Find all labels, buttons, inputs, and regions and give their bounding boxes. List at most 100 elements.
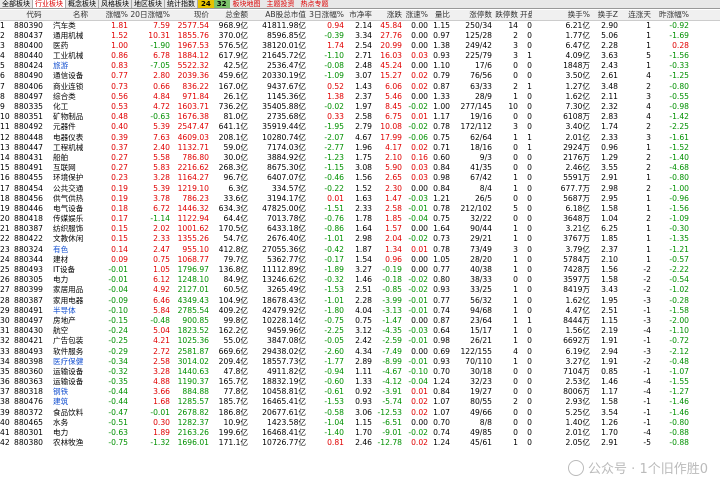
table-row[interactable]: 14 880431 船舶 0.27 5.58 786.80 30.0亿 3884.92亿 -1.… bbox=[0, 153, 720, 163]
cell-涨幅pct: 0.23 bbox=[111, 173, 128, 183]
cell-AB股总市值: 27055.36亿 bbox=[262, 244, 306, 254]
col-header-4[interactable]: 20日涨幅% bbox=[130, 10, 170, 20]
tab-3[interactable]: 风格板块 bbox=[99, 0, 132, 8]
table-row[interactable]: 42 880380 农林牧渔 -0.75 -1.32 1696.01 171.1亿 10726… bbox=[0, 438, 720, 448]
table-row[interactable]: 28 880387 家用电器 -0.09 6.46 4349.43 104.9亿 18678.… bbox=[0, 296, 720, 306]
cell-量比: 0.64 bbox=[433, 326, 450, 336]
table-row[interactable]: 30 880497 房地产 -0.15 -0.48 900.85 99.8亿 10228.14… bbox=[0, 316, 720, 326]
table-row[interactable]: 17 880454 公共交通 0.19 5.39 1219.10 6.3亿 334.57亿 -0… bbox=[0, 184, 720, 194]
col-header-15[interactable]: 开盘金额 bbox=[520, 10, 532, 20]
col-header-1[interactable]: 代码 bbox=[14, 10, 54, 20]
cell-: 35 bbox=[0, 366, 10, 376]
table-row[interactable]: 20 880418 传媒娱乐 0.17 -1.14 1122.94 64.4亿 7013.78… bbox=[0, 214, 720, 224]
table-row[interactable]: 29 880491 半导体 -0.10 5.84 2785.54 409.2亿 42479.9… bbox=[0, 306, 720, 316]
tab-5[interactable]: 统计指数 bbox=[165, 0, 198, 8]
col-header-11[interactable]: 涨速% bbox=[404, 10, 428, 20]
table-body: 1 880390 汽车类 1.81 7.59 2577.54 968.9亿 41811.98亿… bbox=[0, 21, 720, 449]
table-row[interactable]: 21 880387 纺织服饰 0.15 2.02 1001.62 170.5亿 6433.18… bbox=[0, 224, 720, 234]
link-1[interactable]: 主题投资 bbox=[264, 0, 298, 8]
table-row[interactable]: 31 880430 航空 -0.24 5.04 1823.52 162.2亿 9459.96亿… bbox=[0, 326, 720, 336]
tab-0[interactable]: 全部板块 bbox=[0, 0, 33, 8]
col-header-10[interactable]: 涨跌 bbox=[374, 10, 402, 20]
table-row[interactable]: 23 880324 有色 0.14 2.47 955.10 412.8亿 27055.36亿 -… bbox=[0, 245, 720, 255]
cell-跌停数: 0 bbox=[513, 387, 518, 397]
col-header-16[interactable]: 换手% bbox=[534, 10, 590, 20]
table-row[interactable]: 39 880372 食品饮料 -0.47 -0.01 2678.82 186.8亿 20677… bbox=[0, 408, 720, 418]
cell-量比: 0.87 bbox=[433, 81, 450, 91]
cell-代码: 880318 bbox=[14, 387, 43, 397]
link-2[interactable]: 热点专题 bbox=[298, 0, 332, 8]
table-row[interactable]: 9 880335 化工 0.53 4.72 1603.71 736.2亿 35405.88亿 -… bbox=[0, 102, 720, 112]
cell-涨速pct: 0.03 bbox=[411, 51, 428, 61]
table-row[interactable]: 38 880476 建筑 -0.44 1.68 1285.57 185.7亿 16465.41… bbox=[0, 397, 720, 407]
table-row[interactable]: 2 880437 通用机械 1.52 10.31 1855.76 370.0亿 8596.85… bbox=[0, 31, 720, 41]
cell-: 11 bbox=[0, 122, 10, 132]
table-row[interactable]: 33 880493 软件服务 -0.29 2.72 2581.87 669.6亿 29438.… bbox=[0, 347, 720, 357]
cell-连涨天: 1 bbox=[646, 244, 651, 254]
table-row[interactable]: 3 880400 医药 1.00 -1.90 1967.53 576.5亿 38120.01亿… bbox=[0, 41, 720, 51]
cell-量比: 0.84 bbox=[433, 183, 450, 193]
table-row[interactable]: 5 880424 旅游 0.83 -7.05 5522.32 42.5亿 2536.47亿 -0… bbox=[0, 61, 720, 71]
link-0[interactable]: 板块地图 bbox=[230, 0, 264, 8]
col-header-0[interactable] bbox=[0, 10, 14, 20]
cell-跌停数: 1 bbox=[513, 356, 518, 366]
cell-AB股总市值: 3265.49亿 bbox=[267, 285, 306, 295]
col-header-5[interactable]: 现价 bbox=[172, 10, 209, 20]
table-row[interactable]: 41 880301 电力 -0.63 1.89 2163.26 199.6亿 16468.41… bbox=[0, 428, 720, 438]
table-row[interactable]: 37 880318 钢铁 -0.44 3.66 884.88 77.8亿 10458.81亿 -… bbox=[0, 387, 720, 397]
cell-换手pct: 5687万 bbox=[563, 193, 590, 203]
table-row[interactable]: 18 880456 供气供热 0.19 3.78 786.23 33.6亿 3194.17亿 0… bbox=[0, 194, 720, 204]
cell-换手Z: 2.90 bbox=[601, 20, 618, 30]
cell-代码: 880491 bbox=[14, 163, 43, 173]
col-header-14[interactable]: 跌停数 bbox=[494, 10, 518, 20]
col-header-18[interactable]: 连涨天 bbox=[620, 10, 651, 20]
table-row[interactable]: 15 880491 互联网 0.27 5.83 2216.62 268.3亿 8675.30亿… bbox=[0, 163, 720, 173]
table-row[interactable]: 36 880363 运输设备 -0.35 4.88 1190.37 165.7亿 18832.… bbox=[0, 377, 720, 387]
cell-涨速pct: 0.02 bbox=[411, 71, 428, 81]
cell-代码: 880437 bbox=[14, 30, 43, 40]
table-row[interactable]: 26 880305 电力 -0.01 6.12 1248.10 84.9亿 13246.62亿… bbox=[0, 275, 720, 285]
table-row[interactable]: 7 880406 商业连锁 0.73 0.66 836.22 167.0亿 9437.67亿 0… bbox=[0, 82, 720, 92]
table-row[interactable]: 32 880421 广告包装 -0.25 4.21 1025.36 55.0亿 3847.08… bbox=[0, 336, 720, 346]
table-row[interactable]: 27 880399 家居用品 -0.04 4.92 2127.01 60.5亿 3265.49… bbox=[0, 285, 720, 295]
cell-代码: 880406 bbox=[14, 81, 43, 91]
col-header-12[interactable]: 量比 bbox=[430, 10, 450, 20]
col-header-13[interactable]: 涨停数 bbox=[452, 10, 492, 20]
cell-昨涨幅pct: -1.58 bbox=[669, 305, 689, 315]
cell-3日涨幅pct: -1.10 bbox=[324, 51, 344, 61]
col-header-7[interactable]: AB股总市值 bbox=[250, 10, 306, 20]
table-row[interactable]: 13 880447 工程机械 0.37 2.40 1132.71 59.0亿 7174.03亿… bbox=[0, 143, 720, 153]
col-header-6[interactable]: 总金额 bbox=[211, 10, 248, 20]
table-row[interactable]: 10 880351 矿物制品 0.48 -0.63 1676.38 81.0亿 2735.68… bbox=[0, 112, 720, 122]
table-row[interactable]: 24 880344 建材 0.09 0.75 1068.77 79.7亿 5362.77亿 -0… bbox=[0, 255, 720, 265]
col-header-9[interactable]: 市净率 bbox=[346, 10, 372, 20]
col-header-19[interactable]: 昨涨幅% bbox=[654, 10, 689, 20]
table-row[interactable]: 1 880390 汽车类 1.81 7.59 2577.54 968.9亿 41811.98亿… bbox=[0, 21, 720, 31]
table-row[interactable]: 40 880465 水务 -0.51 0.30 1282.37 10.9亿 1423.58亿 -… bbox=[0, 418, 720, 428]
cell-涨速pct: 0.00 bbox=[411, 20, 428, 30]
table-row[interactable]: 8 880497 综合类 0.56 4.84 971.84 26.1亿 1145.36亿 1.3… bbox=[0, 92, 720, 102]
table-row[interactable]: 4 880440 工业机械 0.86 6.78 1884.12 617.9亿 21645.72… bbox=[0, 51, 720, 61]
table-row[interactable]: 12 880448 电器仪表 0.39 7.63 4609.03 208.1亿 10280.7… bbox=[0, 133, 720, 143]
table-row[interactable]: 25 880493 IT设备 -0.01 1.05 1796.97 136.8亿 11112.… bbox=[0, 265, 720, 275]
tab-2[interactable]: 概念板块 bbox=[66, 0, 99, 8]
col-header-17[interactable]: 换手Z bbox=[592, 10, 618, 20]
table-row[interactable]: 19 880446 电气设备 0.18 6.72 1446.32 634.3亿 47825.0… bbox=[0, 204, 720, 214]
table-row[interactable]: 34 880398 医疗保健 -0.34 2.58 3014.02 209.4亿 18557.… bbox=[0, 357, 720, 367]
cell-: 23 bbox=[0, 244, 10, 254]
table-row[interactable]: 16 880455 环境保护 0.23 3.28 1164.27 96.7亿 6407.07亿… bbox=[0, 173, 720, 183]
col-header-3[interactable]: 涨幅% bbox=[93, 10, 128, 20]
tab-1[interactable]: 行业板块 bbox=[33, 0, 66, 8]
cell-3日涨幅pct: -1.53 bbox=[324, 397, 344, 407]
cell-昨涨幅pct: -2.22 bbox=[669, 265, 689, 274]
cell-市净率: 1.78 bbox=[355, 214, 372, 224]
cell-3日涨幅pct: 0.81 bbox=[327, 438, 344, 448]
cell-涨幅pct: 0.27 bbox=[111, 152, 128, 162]
table-row[interactable]: 35 880360 运输设备 -0.32 3.28 1440.63 47.8亿 4911.82… bbox=[0, 367, 720, 377]
table-row[interactable]: 22 880422 文教休闲 0.15 2.33 1355.26 54.7亿 2676.40亿… bbox=[0, 234, 720, 244]
tab-4[interactable]: 地区板块 bbox=[132, 0, 165, 8]
cell-昨涨幅pct: -1.61 bbox=[669, 132, 689, 142]
col-header-8[interactable]: 3日涨幅% bbox=[308, 10, 344, 20]
table-row[interactable]: 11 880492 元器件 0.40 5.39 2547.47 641.1亿 35919.44… bbox=[0, 122, 720, 132]
table-row[interactable]: 6 880490 通信设备 0.77 2.80 2039.36 459.6亿 20330.19… bbox=[0, 71, 720, 81]
